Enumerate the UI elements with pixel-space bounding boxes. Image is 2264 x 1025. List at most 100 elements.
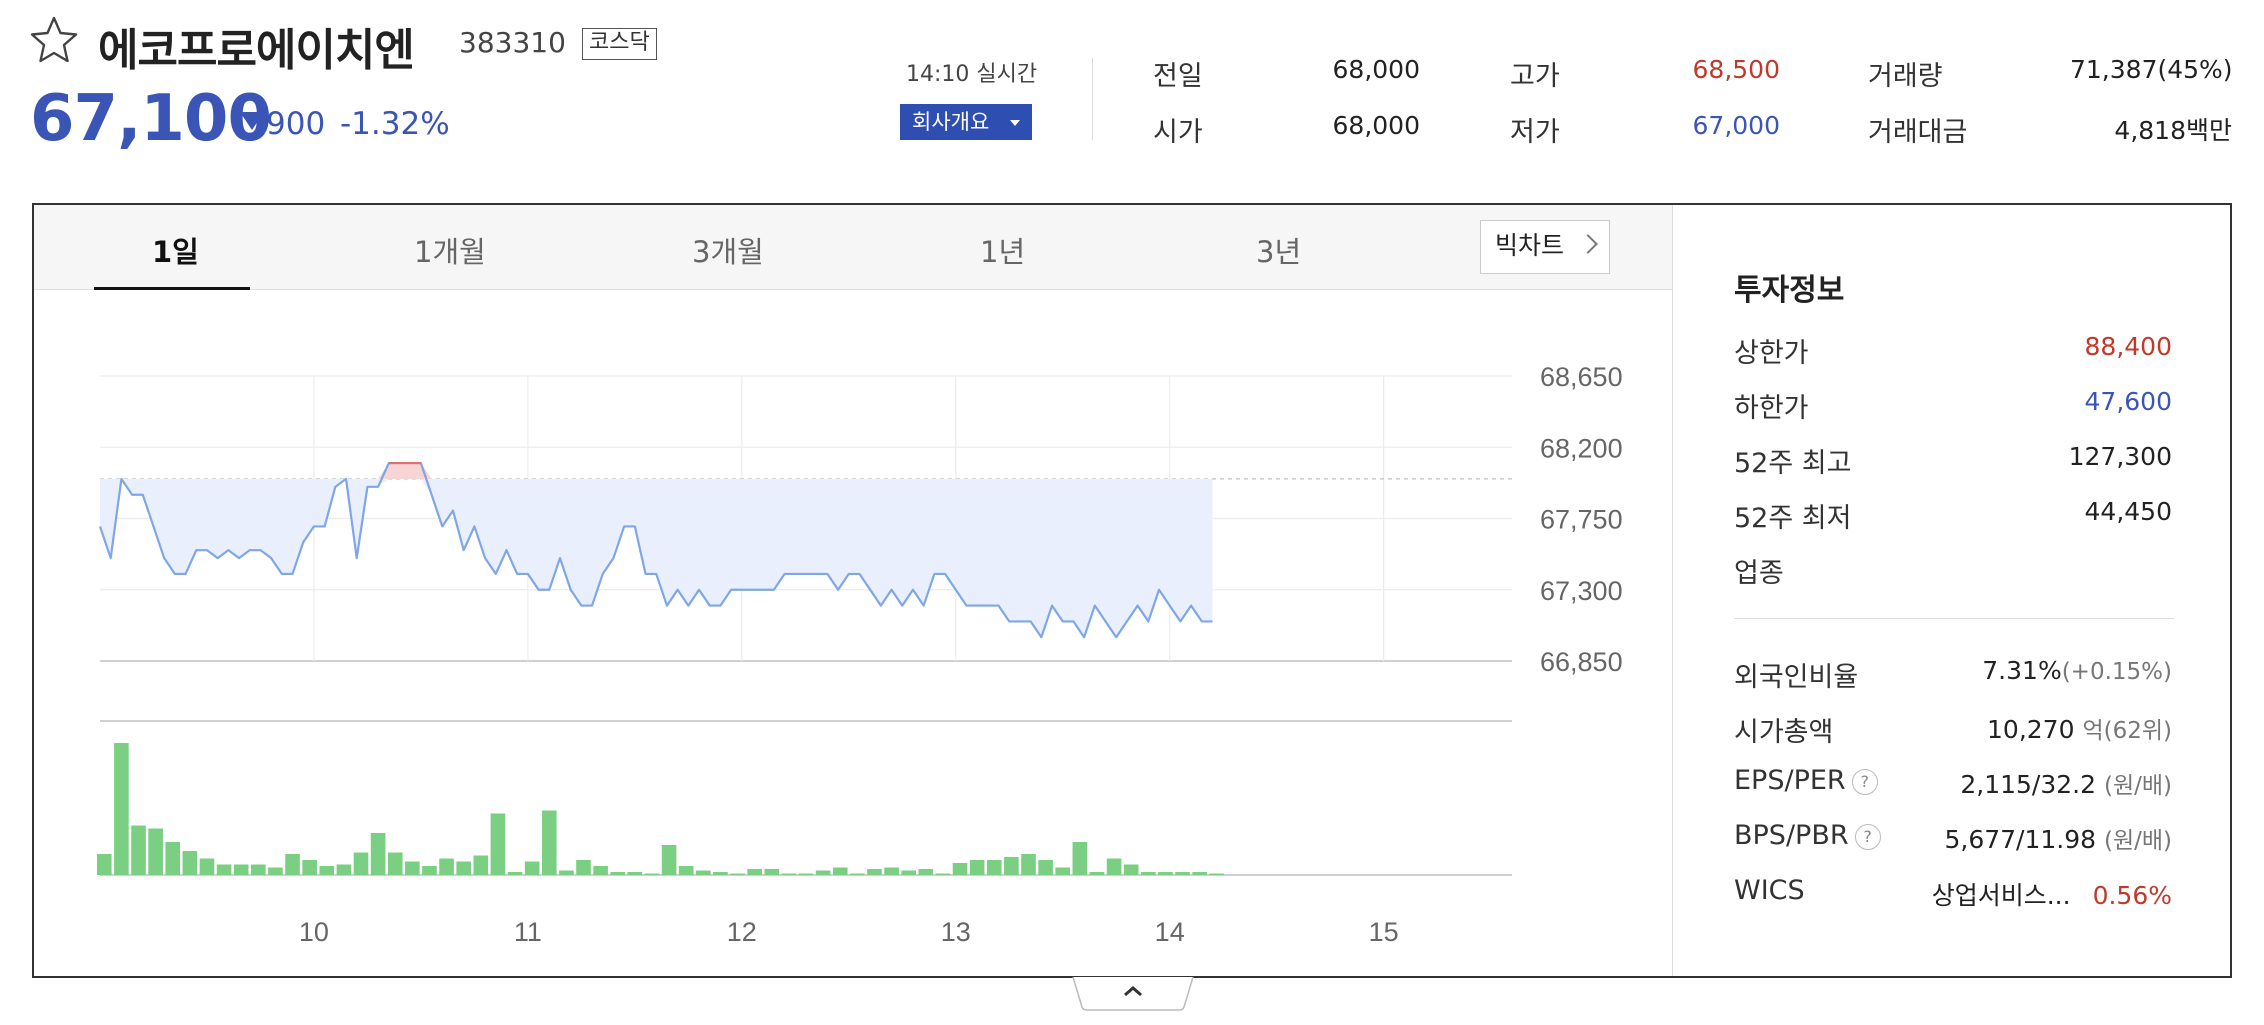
volume-bar (233, 864, 249, 875)
stat-trade-value-value: 4,818백만 (2114, 116, 2232, 145)
tab-1day[interactable]: 1일 (152, 229, 199, 271)
eps-per-main: 2,115/32.2 (1960, 770, 2097, 799)
realtime-label: 14:10 실시간 (906, 62, 1038, 87)
down-arrow-icon (240, 112, 264, 130)
volume-bar (952, 863, 968, 875)
bps-pbr-label: BPS/PBR? (1734, 820, 1881, 851)
y-tick-label: 68,200 (1540, 433, 1623, 463)
x-tick-label: 10 (299, 917, 329, 947)
stat-high-value: 68,500 (1692, 55, 1780, 84)
volume-bar (319, 866, 335, 875)
volume-bar (1021, 854, 1036, 875)
invest-info-title: 투자정보 (1734, 273, 1845, 308)
volume-bar (850, 873, 865, 875)
tab-3year[interactable]: 3년 (1256, 229, 1301, 271)
tab-1month[interactable]: 1개월 (414, 229, 486, 271)
volume-bar (541, 810, 557, 875)
upper-limit-value: 88,400 (2084, 332, 2172, 361)
volume-bar (490, 813, 506, 875)
tab-3month[interactable]: 3개월 (692, 229, 764, 271)
volume-bar (576, 860, 591, 875)
lower-limit-value: 47,600 (2084, 387, 2172, 416)
volume-bar (884, 867, 899, 875)
volume-bar (627, 872, 643, 875)
current-price: 67,100 (30, 82, 272, 156)
volume-bar (131, 825, 146, 875)
volume-bar (336, 864, 352, 875)
bps-pbr-value: 5,677/11.98 (원/배) (1944, 821, 2172, 855)
market-cap-label: 시가총액 (1734, 717, 1834, 748)
price-chart[interactable]: 68,650 68,200 67,750 67,300 66,850 10 11 12 13 14… (34, 290, 1670, 976)
chevron-right-icon (1578, 234, 1598, 254)
volume-bar (199, 858, 215, 875)
volume-bar (832, 867, 848, 875)
foreign-ratio-change: (+0.15%) (2061, 659, 2172, 685)
volume-bar (96, 854, 112, 875)
volume-bar (165, 842, 181, 875)
above-prev-area (100, 463, 1213, 479)
52w-low-value: 44,450 (2084, 497, 2172, 526)
stat-high-label: 고가 (1510, 61, 1560, 92)
tab-1year[interactable]: 1년 (980, 229, 1025, 271)
volume-bar (730, 873, 745, 875)
help-icon[interactable]: ? (1854, 823, 1881, 850)
volume-bar (678, 866, 694, 875)
volume-bar (422, 866, 437, 875)
bps-pbr-text: BPS/PBR (1734, 820, 1849, 851)
period-tabbar: 1일 1개월 3개월 1년 3년 빅차트 (34, 205, 1672, 290)
stat-low-value: 67,000 (1692, 111, 1780, 140)
volume-bar (268, 867, 283, 875)
volume-bar (370, 833, 386, 875)
x-tick-label: 14 (1155, 917, 1185, 947)
x-tick-label: 15 (1369, 917, 1399, 947)
volume-bar (713, 872, 728, 875)
volume-bar (798, 873, 814, 875)
volume-bar (986, 860, 1002, 875)
volume-bar (182, 851, 198, 875)
eps-per-label: EPS/PER? (1734, 765, 1878, 796)
wics-label: WICS (1734, 875, 1805, 906)
volume-bar (251, 864, 266, 875)
volume-bar (1158, 872, 1173, 875)
y-tick-label: 66,850 (1540, 647, 1623, 677)
volume-bar (901, 870, 916, 875)
volume-bar (524, 861, 540, 875)
bigchart-label: 빅차트 (1495, 231, 1565, 260)
volume-bar (969, 860, 985, 875)
volume-bar (867, 869, 882, 875)
bps-pbr-unit: (원/배) (2103, 828, 2172, 854)
volume-bar (559, 870, 574, 875)
52w-low-label: 52주 최저 (1734, 503, 1852, 534)
volume-bar (1140, 872, 1156, 875)
volume-bar (1106, 858, 1122, 875)
52w-high-value: 127,300 (2068, 442, 2172, 471)
info-divider (1734, 618, 2174, 619)
favorite-star-icon[interactable] (28, 14, 80, 66)
x-tick-label: 13 (941, 917, 971, 947)
company-overview-label: 회사개요 (912, 110, 990, 134)
volume-bar (353, 852, 369, 875)
stat-open-value: 68,000 (1332, 111, 1420, 140)
header-divider (1092, 58, 1093, 140)
volume-bar (610, 872, 626, 875)
stat-volume-label: 거래량 (1868, 61, 1943, 92)
volume-bar (593, 866, 608, 875)
volume-bar (216, 864, 232, 875)
volume-bar (747, 869, 762, 875)
volume-bar (1038, 860, 1053, 875)
help-icon[interactable]: ? (1851, 768, 1878, 795)
volume-bar (456, 861, 472, 875)
y-tick-label: 67,750 (1540, 505, 1623, 535)
volume-bar (815, 870, 831, 875)
volume-bar (405, 861, 420, 875)
wics-sector[interactable]: 상업서비스... (1932, 881, 2071, 910)
bps-pbr-main: 5,677/11.98 (1944, 825, 2097, 854)
wics-value: 상업서비스... 0.56% (1932, 876, 2172, 912)
volume-bar (1004, 857, 1019, 875)
collapse-toggle[interactable] (1072, 977, 1194, 1011)
volume-bar (1192, 872, 1207, 875)
volume-bar (935, 873, 951, 875)
company-overview-button[interactable]: 회사개요 (900, 104, 1032, 140)
bigchart-button[interactable]: 빅차트 (1480, 220, 1610, 274)
volume-bar (473, 855, 489, 875)
